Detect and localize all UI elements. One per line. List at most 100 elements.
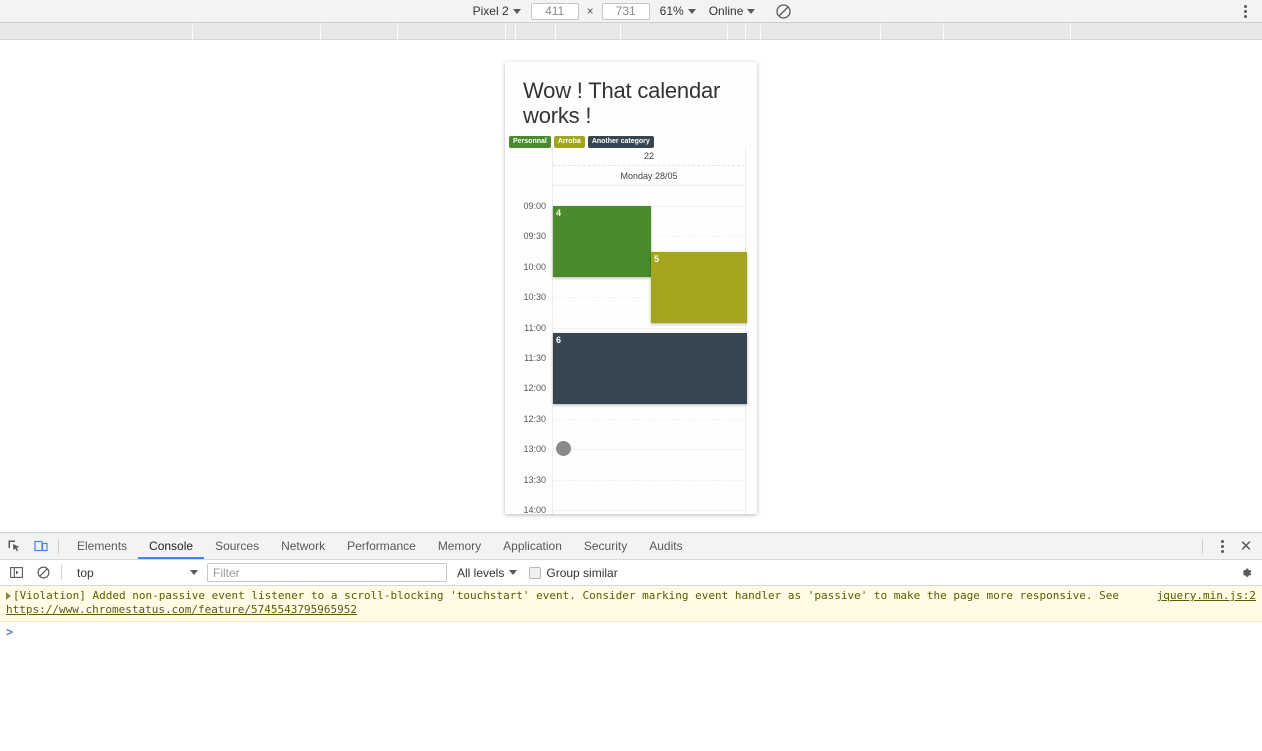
ruler-tick [943, 23, 944, 40]
drag-handle-dot[interactable] [556, 441, 571, 457]
calendar-week-number: 22 [553, 146, 745, 166]
ruler-tick [555, 23, 556, 40]
ruler-tick [760, 23, 761, 40]
group-similar-label: Group similar [546, 565, 618, 580]
page-title: Wow ! That calendar works ! [523, 78, 721, 128]
kebab-dot [1243, 10, 1247, 13]
console-warning-message[interactable]: [Violation] Added non-passive event list… [0, 586, 1262, 622]
network-throttling-selector[interactable]: Online [706, 3, 759, 19]
calendar-day-column[interactable]: 22 Monday 28/05 45 6 [552, 146, 747, 514]
tab-performance[interactable]: Performance [336, 533, 427, 559]
console-prompt-row[interactable]: > [0, 622, 1262, 644]
ruler-tick [192, 23, 193, 40]
log-level-selector[interactable]: All levels [457, 565, 518, 580]
time-label: 10:00 [523, 261, 546, 272]
calendar-event[interactable]: 5 [651, 251, 747, 323]
device-height-input[interactable]: 731 [601, 2, 650, 20]
calendar-grid-line [553, 479, 745, 481]
tab-network[interactable]: Network [270, 533, 336, 559]
calendar-event[interactable]: 6 [553, 332, 747, 404]
emulated-page-viewport: Wow ! That calendar works ! Personnal Arr… [0, 40, 1262, 532]
time-label: 12:30 [523, 413, 546, 424]
devtools-tab-bar: Elements Console Sources Network Performance… [0, 533, 1262, 560]
calendar-grid-line [553, 510, 745, 511]
kebab-dot [1243, 15, 1247, 18]
console-message-line: [Violation] Added non-passive event list… [6, 589, 1258, 603]
ruler-tick [320, 23, 321, 40]
time-label: 09:00 [523, 201, 546, 211]
log-level-label: All levels [457, 565, 505, 580]
devtools-tab-bar-right: ✕ [1198, 533, 1258, 559]
chevron-down-icon [509, 570, 518, 575]
group-similar-toggle[interactable]: Group similar [529, 565, 618, 580]
toolbar-divider [1202, 538, 1203, 554]
console-message-text: [Violation] Added non-passive event list… [13, 589, 1119, 602]
ruler-tick [880, 23, 881, 40]
console-sidebar-icon[interactable] [3, 560, 30, 586]
console-filter-input[interactable] [207, 563, 447, 582]
ruler-tick [620, 23, 621, 40]
time-label: 11:30 [524, 353, 546, 363]
time-label: 14:00 [523, 505, 546, 515]
console-output-area: [Violation] Added non-passive event list… [0, 586, 1262, 750]
no-throttling-icon[interactable] [775, 3, 792, 20]
ruler-tick [515, 23, 516, 40]
toolbar-divider [61, 565, 62, 580]
prompt-caret-icon: > [6, 625, 14, 639]
time-label: 13:30 [523, 474, 546, 485]
console-context-label: top [77, 565, 94, 580]
time-label: 13:00 [523, 444, 546, 455]
kebab-dot [1220, 549, 1224, 553]
calendar-day-header: Monday 28/05 [553, 166, 745, 186]
chevron-down-icon [190, 570, 198, 575]
tab-audits[interactable]: Audits [638, 533, 693, 559]
chevron-down-icon [747, 8, 756, 14]
calendar-grid-line [553, 327, 745, 329]
tab-elements[interactable]: Elements [66, 533, 138, 559]
kebab-dot [1220, 544, 1224, 548]
device-width-input[interactable]: 411 [530, 2, 579, 20]
kebab-dot [1220, 539, 1224, 543]
inspect-element-icon[interactable] [0, 533, 27, 559]
tab-security[interactable]: Security [573, 533, 638, 559]
kebab-dot [1243, 5, 1247, 8]
console-filter-bar: top All levels Group similar [0, 560, 1262, 586]
tab-application[interactable]: Application [492, 533, 573, 559]
network-throttling-label: Online [708, 4, 744, 18]
calendar-grid-line [553, 449, 745, 451]
console-input[interactable] [19, 626, 1256, 640]
category-badge-list: Personnal Arroba Another category [505, 128, 757, 148]
device-toolbar-menu-button[interactable] [1236, 0, 1254, 23]
tab-console[interactable]: Console [138, 533, 205, 559]
zoom-selector-label: 61% [659, 4, 684, 18]
tab-memory[interactable]: Memory [427, 533, 492, 559]
expand-arrow-icon[interactable] [6, 592, 11, 600]
device-toolbar-controls: Pixel 2 411 × 731 61% Online [0, 2, 1262, 20]
device-selector-label: Pixel 2 [472, 4, 509, 18]
console-context-selector[interactable]: top [69, 563, 204, 582]
ruler-tick [727, 23, 728, 40]
chromestatus-link[interactable]: https://www.chromestatus.com/feature/574… [6, 603, 357, 616]
console-message-source-link[interactable]: jquery.min.js:2 [1157, 589, 1256, 603]
group-similar-checkbox[interactable] [529, 566, 542, 579]
clear-console-icon[interactable] [30, 560, 57, 586]
calendar-grid-line [553, 418, 745, 420]
calendar-slot-area[interactable]: 45 6 [553, 186, 747, 514]
close-icon[interactable]: ✕ [1234, 533, 1258, 559]
zoom-selector[interactable]: 61% [657, 3, 699, 19]
ruler-tick [397, 23, 398, 40]
viewport-ruler [0, 23, 1262, 40]
device-emulation-toolbar: Pixel 2 411 × 731 61% Online [0, 0, 1262, 23]
toolbar-divider [58, 538, 59, 554]
devtools-menu-button[interactable] [1212, 533, 1232, 559]
calendar-event[interactable]: 4 [553, 206, 651, 277]
device-toolbar-icon[interactable] [27, 533, 54, 559]
tab-sources[interactable]: Sources [204, 533, 270, 559]
ruler-tick [505, 23, 506, 40]
gear-icon[interactable] [1236, 563, 1256, 583]
chevron-down-icon [512, 8, 521, 14]
device-selector[interactable]: Pixel 2 [470, 3, 524, 19]
time-label: 11:00 [524, 322, 546, 333]
time-label: 12:00 [523, 383, 546, 394]
dimension-separator: × [586, 4, 594, 18]
